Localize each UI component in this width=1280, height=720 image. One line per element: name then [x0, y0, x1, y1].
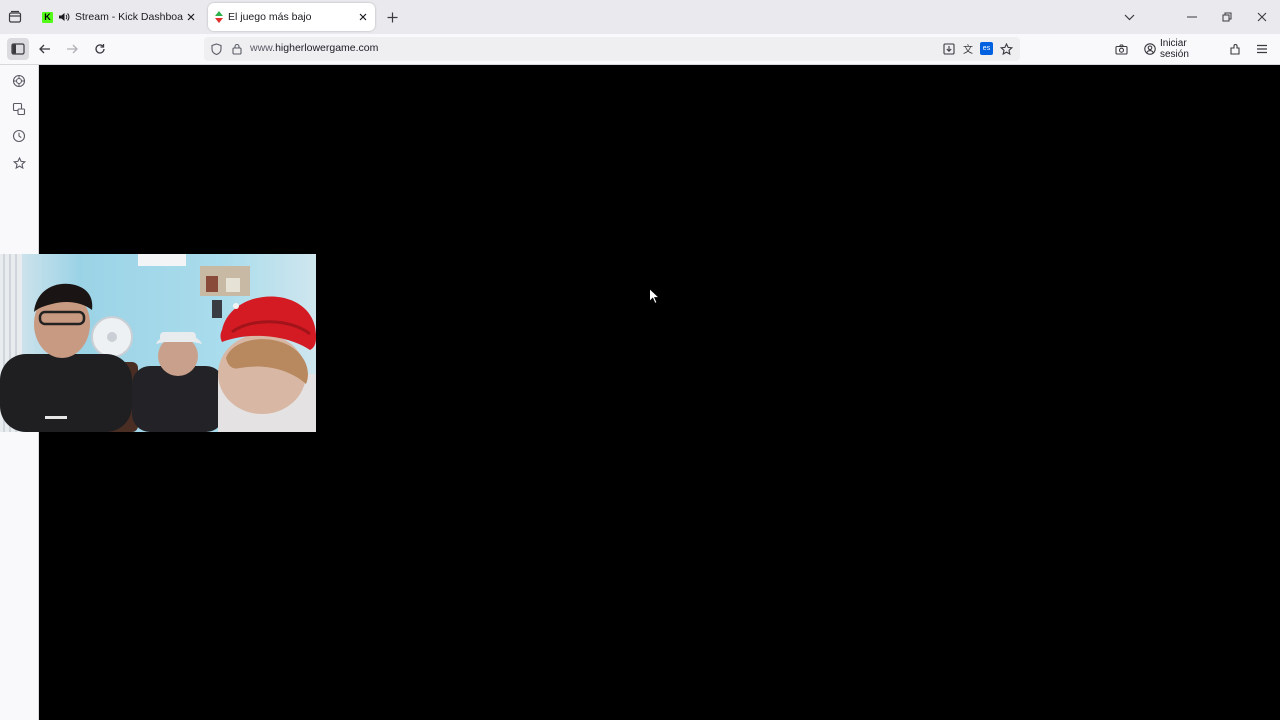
translate-icon[interactable]: 文: [962, 41, 978, 57]
sidebar-toggle-icon[interactable]: [7, 38, 29, 60]
sign-in-button[interactable]: Iniciar sesión: [1138, 38, 1218, 60]
tab-bar: K Stream - Kick Dashboard El juego más b…: [0, 0, 1280, 34]
screenshot-icon[interactable]: [1110, 38, 1132, 60]
tab-kick-dashboard[interactable]: K Stream - Kick Dashboard: [36, 3, 203, 31]
svg-text:文: 文: [963, 43, 973, 55]
new-tab-button[interactable]: [382, 7, 402, 27]
tab-higher-lower-game[interactable]: El juego más bajo: [208, 3, 375, 31]
install-app-icon[interactable]: [941, 41, 957, 57]
extensions-icon[interactable]: [1224, 38, 1246, 60]
higher-lower-arrows-icon: [215, 11, 223, 23]
translate-language-badge[interactable]: es: [980, 42, 993, 55]
navigation-toolbar: www.higherlowergame.com 文 es Iniciar ses…: [0, 34, 1280, 65]
sign-in-label: Iniciar sesión: [1160, 38, 1189, 60]
mouse-cursor-icon: [649, 287, 661, 309]
synced-tabs-icon[interactable]: [10, 100, 28, 118]
minimize-icon[interactable]: [1181, 6, 1203, 28]
close-tab-icon[interactable]: [183, 9, 199, 25]
bookmarks-star-icon[interactable]: [10, 154, 28, 172]
forward-icon[interactable]: [61, 38, 83, 60]
menu-icon[interactable]: [1251, 38, 1273, 60]
speaker-icon[interactable]: [58, 11, 70, 23]
webcam-video-frame: [0, 254, 316, 432]
address-bar[interactable]: www.higherlowergame.com 文 es: [204, 37, 1020, 61]
restore-icon[interactable]: [1216, 6, 1238, 28]
ai-chatbot-icon[interactable]: [10, 72, 28, 90]
tracking-protection-shield-icon[interactable]: [208, 41, 224, 57]
close-window-icon[interactable]: [1251, 6, 1273, 28]
webcam-overlay: [0, 254, 316, 432]
tab-title: El juego más bajo: [228, 11, 312, 23]
account-icon: [1144, 43, 1156, 55]
history-clock-icon[interactable]: [10, 127, 28, 145]
url-text[interactable]: www.higherlowergame.com: [250, 42, 378, 54]
back-icon[interactable]: [34, 38, 56, 60]
close-tab-icon[interactable]: [355, 9, 371, 25]
bookmark-star-icon[interactable]: [998, 41, 1014, 57]
tab-list-icon[interactable]: [4, 6, 26, 28]
tab-title: Stream - Kick Dashboard: [75, 11, 183, 23]
lock-icon[interactable]: [229, 41, 245, 57]
kick-logo-icon: K: [42, 11, 53, 23]
reload-icon[interactable]: [89, 38, 111, 60]
list-all-tabs-icon[interactable]: [1118, 6, 1140, 28]
